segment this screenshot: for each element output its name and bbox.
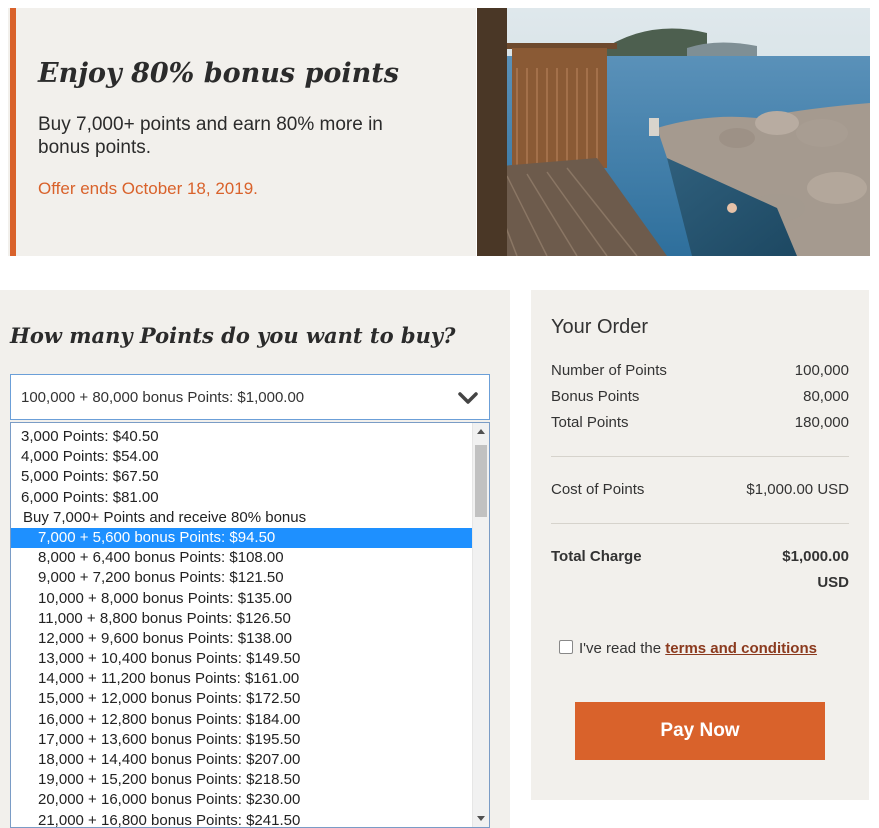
points-question: How many Points do you want to buy? bbox=[10, 323, 456, 348]
dropdown-option[interactable]: 5,000 Points: $67.50 bbox=[11, 467, 473, 487]
scrollbar-thumb[interactable] bbox=[475, 445, 487, 517]
chevron-down-icon[interactable] bbox=[457, 387, 479, 409]
promo-title: Enjoy 80% bonus points bbox=[38, 58, 399, 89]
dropdown-option[interactable]: 6,000 Points: $81.00 bbox=[11, 488, 473, 508]
divider bbox=[551, 456, 849, 457]
dropdown-option[interactable]: 20,000 + 16,000 bonus Points: $230.00 bbox=[11, 790, 473, 810]
resort-photo bbox=[477, 8, 870, 256]
scroll-up-arrow-icon[interactable] bbox=[477, 429, 485, 434]
total-charge-value: $1,000.00 USD bbox=[782, 544, 849, 596]
dropdown-option[interactable]: 12,000 + 9,600 bonus Points: $138.00 bbox=[11, 629, 473, 649]
terms-checkbox[interactable] bbox=[559, 640, 573, 654]
points-select[interactable]: 100,000 + 80,000 bonus Points: $1,000.00 bbox=[10, 374, 490, 420]
points-purchase-panel: How many Points do you want to buy? 100,… bbox=[0, 290, 510, 828]
total-points-value: 180,000 bbox=[794, 414, 849, 431]
dropdown-option[interactable]: 9,000 + 7,200 bonus Points: $121.50 bbox=[11, 568, 473, 588]
accent-bar bbox=[10, 8, 16, 256]
promo-subtitle: Buy 7,000+ points and earn 80% more in b… bbox=[38, 114, 383, 158]
total-charge-currency: USD bbox=[817, 574, 849, 591]
dropdown-option[interactable]: 11,000 + 8,800 bonus Points: $126.50 bbox=[11, 609, 473, 629]
promo-banner: Enjoy 80% bonus points Buy 7,000+ points… bbox=[8, 8, 870, 256]
dropdown-option[interactable]: 15,000 + 12,000 bonus Points: $172.50 bbox=[11, 689, 473, 709]
bonus-points-value: 80,000 bbox=[803, 388, 849, 405]
dropdown-option[interactable]: 16,000 + 12,800 bonus Points: $184.00 bbox=[11, 710, 473, 730]
terms-agreement: I've read the terms and conditions bbox=[559, 640, 817, 657]
dropdown-option[interactable]: 8,000 + 6,400 bonus Points: $108.00 bbox=[11, 548, 473, 568]
dropdown-scrollbar[interactable] bbox=[472, 423, 489, 827]
option-group-label: Buy 7,000+ Points and receive 80% bonus bbox=[23, 508, 307, 526]
scroll-down-arrow-icon[interactable] bbox=[477, 816, 485, 821]
bonus-points-label: Bonus Points bbox=[551, 388, 640, 405]
total-charge-label: Total Charge bbox=[551, 548, 642, 565]
pay-now-button[interactable]: Pay Now bbox=[575, 702, 825, 760]
order-title: Your Order bbox=[551, 316, 649, 338]
points-dropdown-list[interactable]: 3,000 Points: $40.50 4,000 Points: $54.00… bbox=[10, 422, 490, 828]
cost-of-points-value: $1,000.00 USD bbox=[746, 481, 849, 498]
dropdown-option[interactable]: 7,000 + 5,600 bonus Points: $94.50 bbox=[11, 527, 473, 549]
order-summary-panel: Your Order Number of Points 100,000 Bonu… bbox=[531, 290, 869, 800]
dropdown-option[interactable]: 18,000 + 14,400 bonus Points: $207.00 bbox=[11, 750, 473, 770]
dropdown-option[interactable]: 14,000 + 11,200 bonus Points: $161.00 bbox=[11, 669, 473, 689]
divider bbox=[551, 523, 849, 524]
points-select-value: 100,000 + 80,000 bonus Points: $1,000.00 bbox=[21, 389, 305, 406]
offer-end-date: Offer ends October 18, 2019. bbox=[38, 179, 258, 198]
dropdown-option[interactable]: 13,000 + 10,400 bonus Points: $149.50 bbox=[11, 649, 473, 669]
dropdown-option[interactable]: 17,000 + 13,600 bonus Points: $195.50 bbox=[11, 730, 473, 750]
dropdown-option[interactable]: 21,000 + 16,800 bonus Points: $241.50 bbox=[11, 811, 473, 827]
dropdown-option[interactable]: 19,000 + 15,200 bonus Points: $218.50 bbox=[11, 770, 473, 790]
dropdown-option[interactable]: 3,000 Points: $40.50 bbox=[11, 427, 473, 447]
terms-link[interactable]: terms and conditions bbox=[665, 640, 817, 657]
dropdown-option[interactable]: 4,000 Points: $54.00 bbox=[11, 447, 473, 467]
promo-text-panel: Enjoy 80% bonus points Buy 7,000+ points… bbox=[8, 8, 476, 256]
terms-prefix: I've read the bbox=[579, 640, 662, 657]
number-of-points-label: Number of Points bbox=[551, 362, 667, 379]
cost-of-points-label: Cost of Points bbox=[551, 481, 645, 498]
total-points-label: Total Points bbox=[551, 414, 629, 431]
number-of-points-value: 100,000 bbox=[794, 362, 849, 379]
dropdown-option[interactable]: 10,000 + 8,000 bonus Points: $135.00 bbox=[11, 589, 473, 609]
total-charge-amount: $1,000.00 bbox=[782, 548, 849, 565]
options-container: 3,000 Points: $40.50 4,000 Points: $54.00… bbox=[11, 427, 473, 827]
